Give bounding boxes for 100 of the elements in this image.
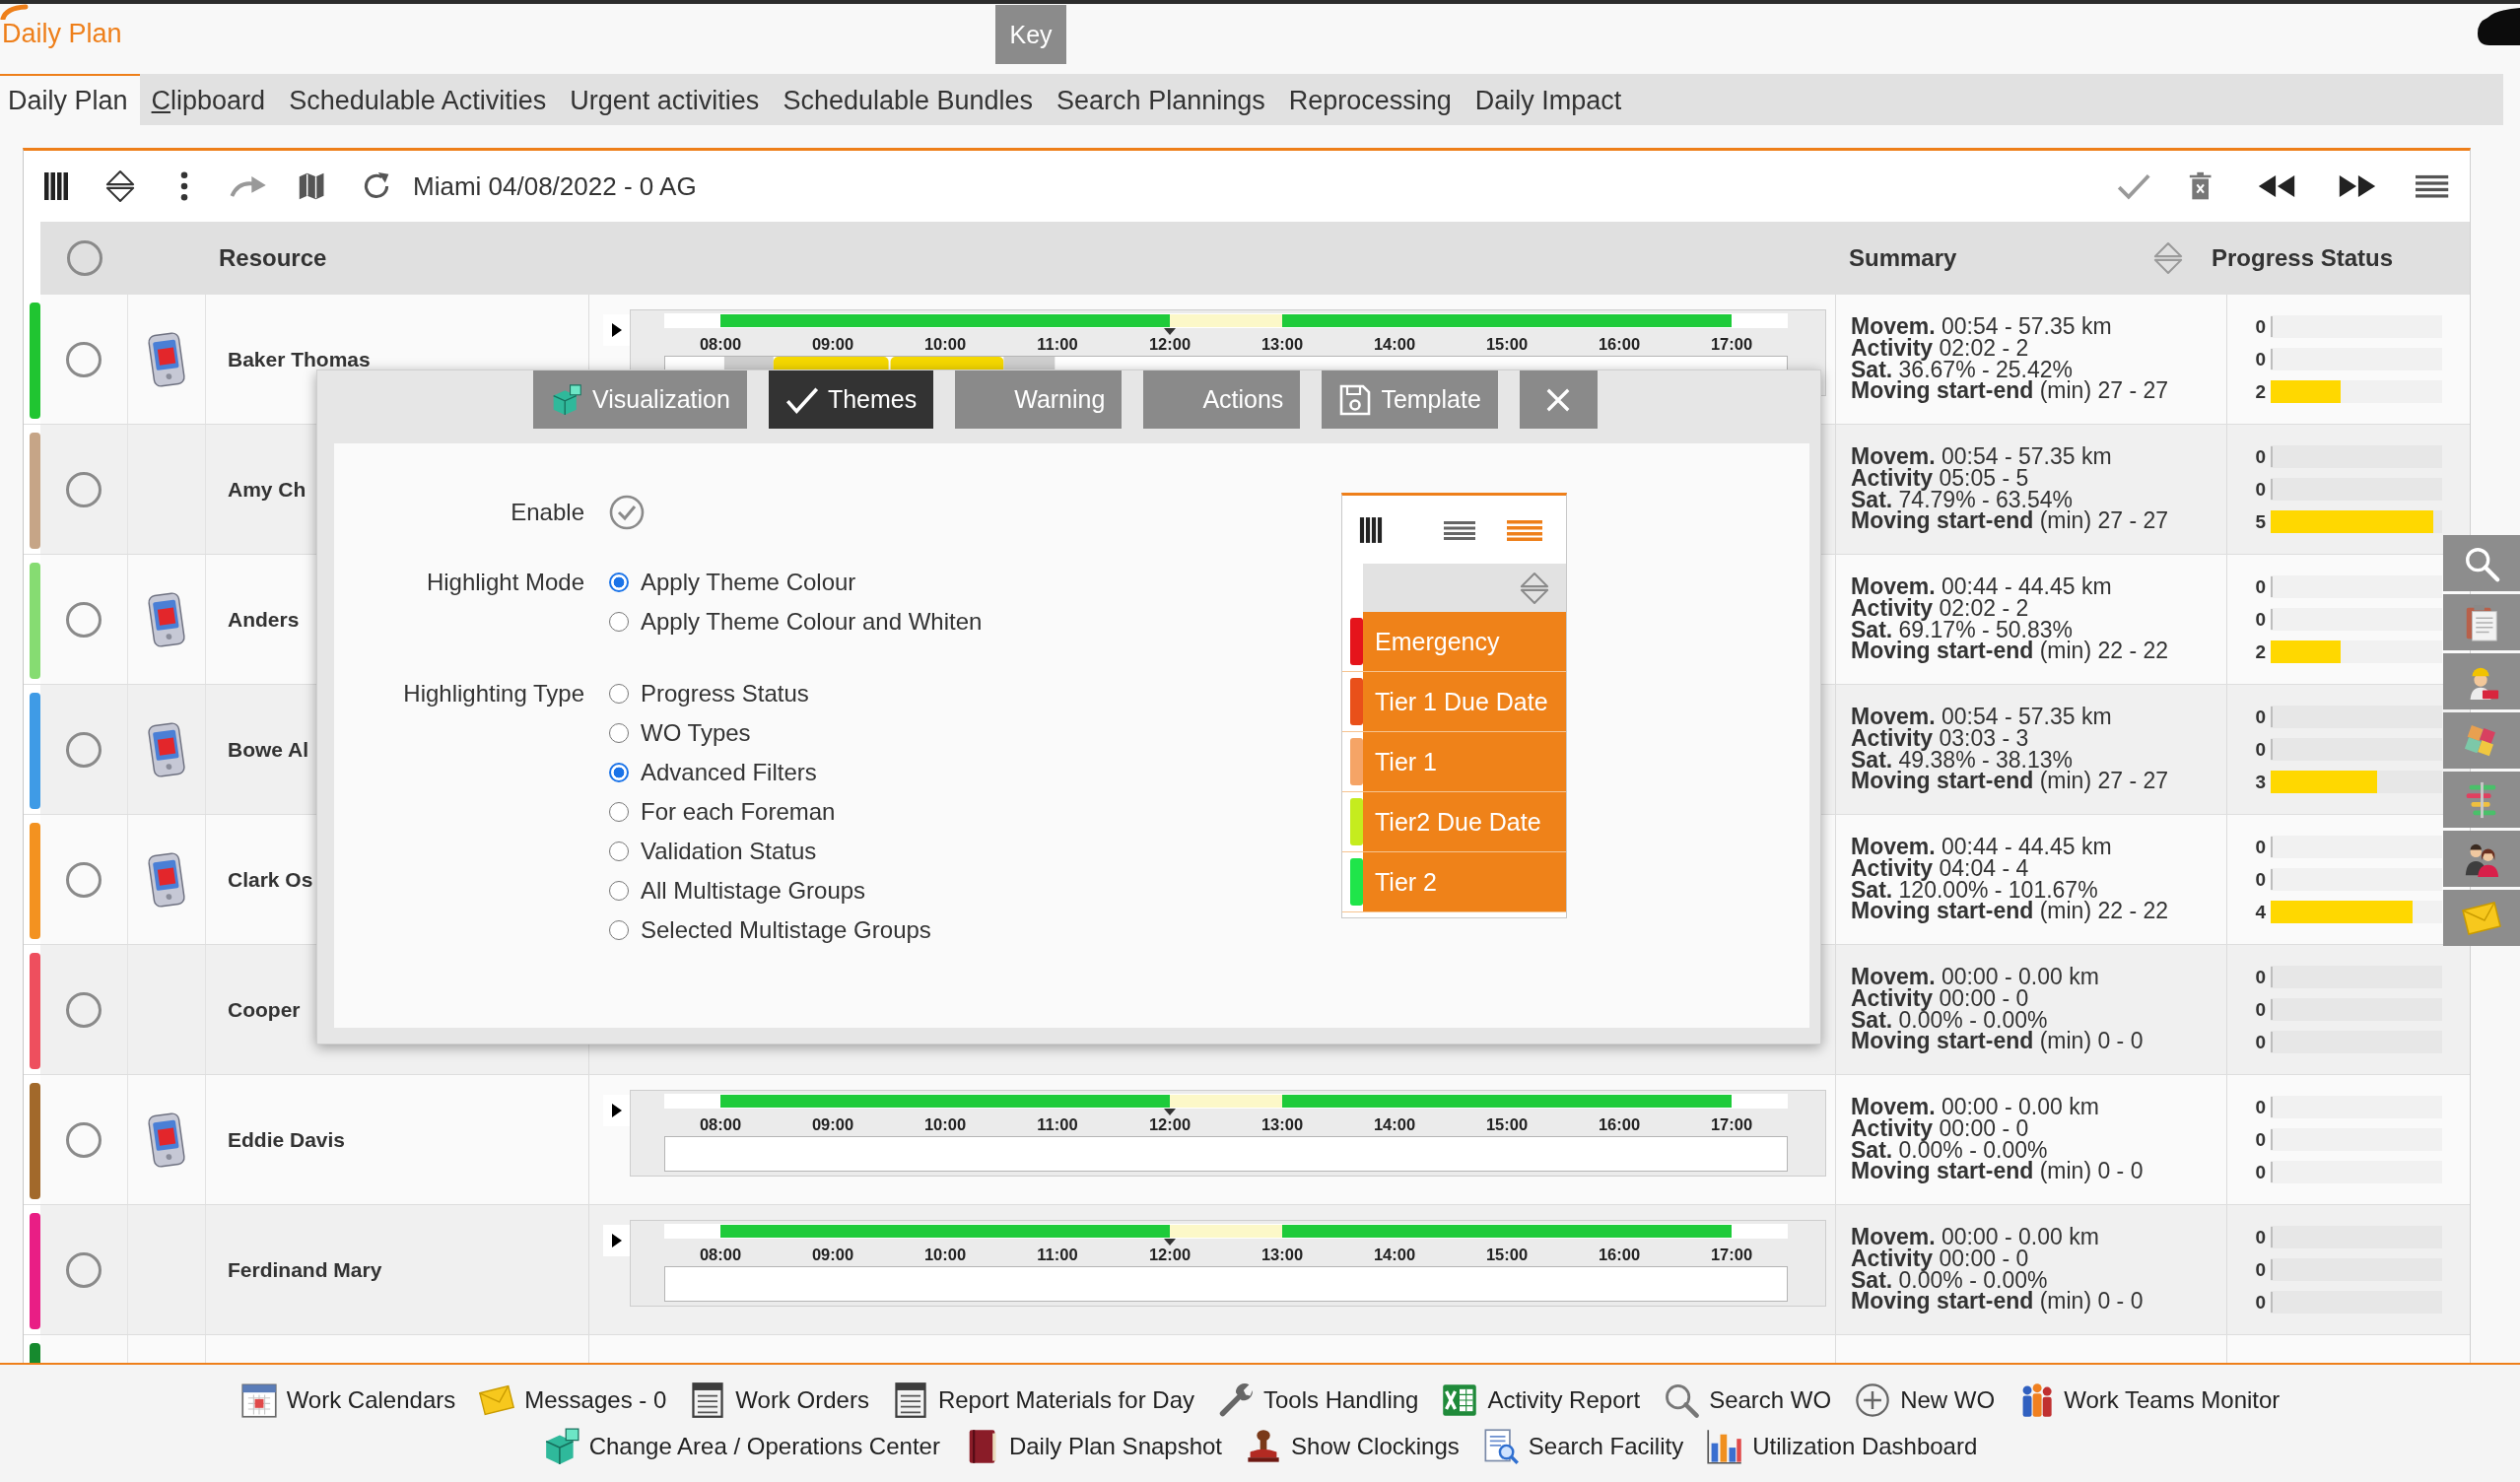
hour-label: 11:00 [1037,1246,1078,1263]
more-icon[interactable] [178,171,189,201]
hour-label: 16:00 [1598,1246,1641,1263]
list-icon[interactable] [1444,519,1475,540]
map-icon[interactable] [298,171,326,201]
footer-link[interactable]: Report Materials for Day [891,1381,1194,1419]
columns-icon[interactable] [42,171,69,201]
radio-button[interactable] [609,842,629,861]
radio-button[interactable] [609,612,629,632]
progress-count: 0 [2254,966,2266,988]
wrench-icon [1217,1381,1255,1419]
summary-line: Movem. 00:44 - 44.45 km [1851,837,2112,858]
save-icon [1338,383,1373,416]
row-radio[interactable] [66,1251,102,1288]
row-radio[interactable] [66,991,102,1028]
tab[interactable]: Daily Plan [0,74,140,125]
progress-count: 0 [2254,1128,2266,1151]
footer-link[interactable]: Work Teams Monitor [2017,1381,2281,1419]
tab[interactable]: Daily Impact [1463,74,1634,125]
tab[interactable]: Schedulable Bundles [771,74,1046,125]
sort-icon[interactable] [104,169,135,203]
hour-label: 09:00 [811,1116,854,1133]
tab[interactable]: Urgent activities [558,74,772,125]
footer-link[interactable]: Daily Plan Snapshot [962,1427,1223,1465]
play-button[interactable] [603,314,630,346]
footer-link[interactable]: Search Facility [1481,1427,1684,1465]
footer-link[interactable]: Utilization Dashboard [1706,1427,1978,1465]
radio-button[interactable] [609,573,629,592]
footer-link[interactable]: Show Clockings [1245,1427,1460,1465]
summary-line: Activity 02:02 - 2 [1851,597,2029,620]
location-label: Miami 04/08/2022 - 0 AG [413,170,697,202]
hour-label: 08:00 [699,1116,742,1133]
hour-label: 09:00 [811,1246,854,1263]
row-radio[interactable] [66,861,102,898]
row-radio[interactable] [66,601,102,638]
option-label: Selected Multistage Groups [641,916,931,944]
enable-checkbox[interactable] [609,495,645,530]
radio-button[interactable] [609,802,629,822]
resource-name: Amy Ch [228,477,306,502]
hour-label: 15:00 [1485,336,1529,353]
logo-icon [2476,8,2520,45]
footer-link[interactable]: Tools Handling [1217,1381,1419,1419]
trash-icon[interactable] [2188,171,2213,201]
hour-label: 10:00 [923,336,967,353]
footer-link[interactable]: Work Orders [689,1381,869,1419]
footer-link[interactable]: Messages - 0 [478,1381,667,1419]
check-icon[interactable] [2116,171,2152,201]
list-icon[interactable] [1507,518,1542,541]
tab[interactable]: Reprocessing [1276,74,1464,125]
footer-link[interactable]: Search WO [1663,1381,1832,1419]
bar-chart-icon [1706,1427,1744,1465]
fast-forward-icon[interactable] [2337,173,2377,199]
progress-count: 0 [2254,348,2266,370]
menu-icon[interactable] [2416,174,2449,198]
column-header: Summary [1849,244,1957,272]
play-button[interactable] [603,1095,630,1126]
clipboard-button[interactable] [2443,594,2520,650]
progress-count: 2 [2254,640,2266,663]
hour-label: 14:00 [1373,1246,1416,1263]
puzzle-button[interactable] [2443,712,2520,769]
radio-button[interactable] [609,684,629,704]
progress-count: 0 [2254,575,2266,598]
radio-button[interactable] [609,763,629,782]
footer-link[interactable]: Activity Report [1441,1381,1641,1419]
radio-button[interactable] [609,920,629,940]
radio-button[interactable] [609,723,629,743]
summary-line: Movem. 00:54 - 57.35 km [1851,707,2112,728]
footer-link[interactable]: Work Calendars [239,1381,456,1419]
people-button[interactable] [2443,831,2520,887]
field-label: Highlight Mode [426,568,584,597]
summary-line: Activity 00:00 - 0 [1851,1247,2029,1270]
summary-line: Activity 02:02 - 2 [1851,337,2029,360]
tab[interactable]: Search Plannings [1045,74,1277,125]
plus-circle-icon [1854,1381,1892,1419]
hour-label: 08:00 [699,1246,742,1263]
radio-button[interactable] [609,881,629,901]
hour-label: 15:00 [1485,1116,1529,1133]
row-radio[interactable] [66,731,102,768]
row-radio[interactable] [66,471,102,507]
columns-icon[interactable] [1359,515,1383,544]
dialog-tab[interactable]: Themes [768,370,934,429]
progress-count: 0 [2254,315,2266,338]
progress-count: 3 [2254,771,2266,793]
hour-label: 08:00 [699,336,742,353]
play-icon [611,1234,622,1247]
tab[interactable]: Schedulable Activities [277,74,559,125]
column-header: Progress Status [2212,244,2394,271]
resource-name: Bowe Al [228,737,309,762]
progress-count: 0 [2254,1226,2266,1248]
row-radio[interactable] [66,1121,102,1158]
row-radio[interactable] [66,341,102,377]
select-all-radio[interactable] [66,240,102,276]
tab[interactable]: Clipboard [139,74,278,125]
play-icon [611,1104,622,1117]
worker-button[interactable] [2443,653,2520,709]
close-button[interactable] [1519,370,1598,429]
play-button[interactable] [603,1225,630,1256]
search-button[interactable] [2443,535,2520,591]
footer-link[interactable]: Change Area / Operations Center [542,1427,940,1465]
footer-link[interactable]: New WO [1854,1381,1996,1419]
